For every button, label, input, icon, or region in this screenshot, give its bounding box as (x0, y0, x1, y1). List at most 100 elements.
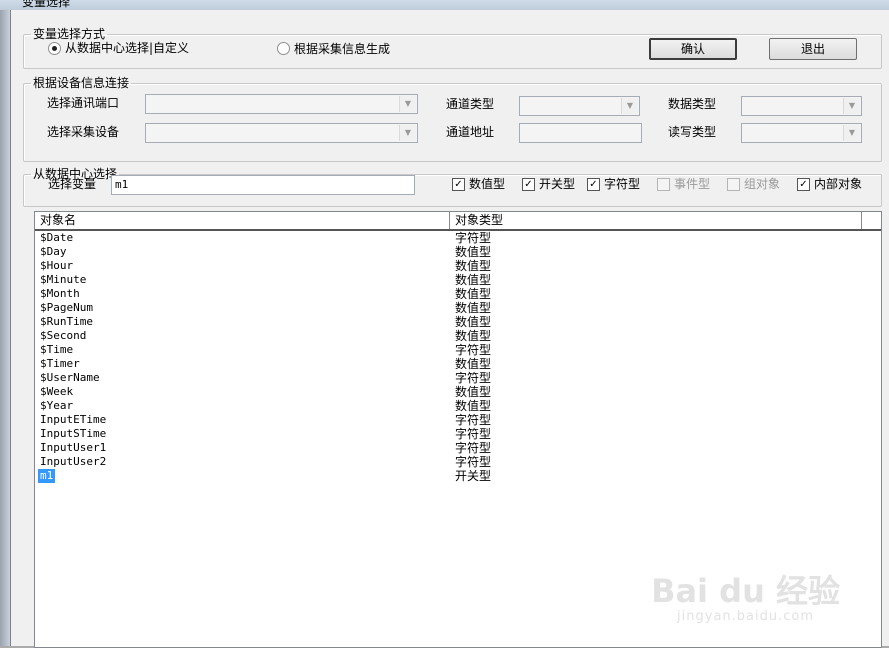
device-label: 选择采集设备 (47, 125, 120, 139)
object-name-cell: $Year (40, 399, 74, 412)
table-row[interactable]: $Hour 数值型 (35, 259, 881, 273)
object-type-cell: 字符型 (455, 455, 492, 469)
filter-numeric-checkbox[interactable]: ✓ (452, 178, 465, 191)
window-title: 变量选择 (22, 0, 71, 9)
device-combo[interactable]: ▼ (145, 123, 418, 143)
object-name-cell: $Date (40, 231, 74, 244)
var-input[interactable]: m1 (111, 175, 415, 195)
object-type-cell: 数值型 (455, 259, 492, 273)
table-row[interactable]: $Second 数值型 (35, 329, 881, 343)
radio-datacenter-label[interactable]: 从数据中心选择|自定义 (65, 40, 189, 56)
title-bar: 变量选择 (0, 0, 889, 10)
channel-addr-field[interactable] (519, 123, 642, 143)
table-row[interactable]: InputUser2 字符型 (35, 455, 881, 469)
object-name-cell: $Day (40, 245, 67, 258)
chevron-down-icon[interactable]: ▼ (621, 98, 638, 114)
object-name-cell: $RunTime (40, 315, 93, 328)
object-type-cell: 数值型 (455, 329, 492, 343)
object-type-cell: 开关型 (455, 469, 492, 483)
radio-collect-info-label[interactable]: 根据采集信息生成 (294, 41, 390, 57)
object-name-cell: $PageNum (40, 301, 93, 314)
object-type-cell: 数值型 (455, 385, 492, 399)
object-name-cell: $Month (40, 287, 80, 300)
port-label: 选择通讯端口 (47, 96, 120, 110)
ok-button[interactable]: 确认 (649, 38, 737, 60)
exit-button[interactable]: 退出 (769, 38, 857, 60)
filter-internal-label[interactable]: 内部对象 (814, 177, 862, 191)
table-row[interactable]: $Minute 数值型 (35, 273, 881, 287)
watermark-logo: Bai du 经验 (651, 572, 840, 610)
channel-addr-label: 通道地址 (446, 125, 495, 139)
radio-datacenter[interactable] (48, 42, 61, 55)
object-type-cell: 字符型 (455, 231, 492, 245)
channel-type-combo[interactable]: ▼ (519, 96, 640, 116)
object-name-cell: InputETime (40, 413, 107, 426)
object-name-cell: $Timer (40, 357, 80, 370)
filter-internal-checkbox[interactable]: ✓ (797, 178, 810, 191)
chevron-down-icon[interactable]: ▼ (843, 125, 860, 141)
watermark-url: jingyan.baidu.com (677, 609, 815, 624)
object-type-cell: 字符型 (455, 441, 492, 455)
column-header-name[interactable]: 对象名 (35, 212, 450, 229)
window-frame-left (0, 10, 10, 646)
data-type-combo[interactable]: ▼ (741, 96, 862, 116)
table-row[interactable]: $Timer 数值型 (35, 357, 881, 371)
table-row[interactable]: $RunTime 数值型 (35, 315, 881, 329)
object-type-cell: 数值型 (455, 245, 492, 259)
filter-switch-label[interactable]: 开关型 (539, 177, 575, 191)
object-name-cell: InputUser2 (40, 455, 107, 468)
mode-group-legend: 变量选择方式 (33, 27, 106, 41)
filter-event-checkbox[interactable] (657, 178, 670, 191)
object-type-cell: 数值型 (455, 273, 492, 287)
table-row[interactable]: $Day 数值型 (35, 245, 881, 259)
watermark: Bai du 经验 jingyan.baidu.com (651, 573, 840, 624)
list-rows: $Date 字符型 $Day 数值型 $Hour 数值型 $Minute 数值型 $Month 数… (35, 231, 881, 483)
chevron-down-icon[interactable]: ▼ (399, 125, 416, 141)
table-row[interactable]: InputSTime 字符型 (35, 427, 881, 441)
filter-event-label[interactable]: 事件型 (674, 177, 710, 191)
object-type-cell: 数值型 (455, 399, 492, 413)
list-header: 对象名 对象类型 (35, 212, 881, 231)
table-row[interactable]: m1 开关型 (35, 469, 881, 483)
table-row[interactable]: $Week 数值型 (35, 385, 881, 399)
table-row[interactable]: InputUser1 字符型 (35, 441, 881, 455)
object-name-cell: m1 (38, 469, 56, 483)
table-row[interactable]: $PageNum 数值型 (35, 301, 881, 315)
object-name-cell: InputSTime (40, 427, 107, 440)
filter-switch-checkbox[interactable]: ✓ (522, 178, 535, 191)
radio-collect-info[interactable] (277, 42, 290, 55)
device-group: 根据设备信息连接 (23, 76, 882, 162)
filter-group-checkbox[interactable] (727, 178, 740, 191)
filter-string-checkbox[interactable]: ✓ (587, 178, 600, 191)
object-name-cell: $Time (40, 343, 74, 356)
table-row[interactable]: $UserName 字符型 (35, 371, 881, 385)
rw-type-combo[interactable]: ▼ (741, 123, 862, 143)
chevron-down-icon[interactable]: ▼ (399, 96, 416, 112)
object-type-cell: 字符型 (455, 371, 492, 385)
table-row[interactable]: $Date 字符型 (35, 231, 881, 245)
object-name-cell: $UserName (40, 371, 100, 384)
object-type-cell: 字符型 (455, 413, 492, 427)
port-combo[interactable]: ▼ (145, 94, 418, 114)
table-row[interactable]: $Month 数值型 (35, 287, 881, 301)
chevron-down-icon[interactable]: ▼ (843, 98, 860, 114)
object-type-cell: 数值型 (455, 301, 492, 315)
object-type-cell: 数值型 (455, 357, 492, 371)
filter-string-label[interactable]: 字符型 (604, 177, 640, 191)
object-name-cell: InputUser1 (40, 441, 107, 454)
object-type-cell: 字符型 (455, 427, 492, 441)
device-group-legend: 根据设备信息连接 (33, 76, 130, 90)
dialog-client: 变量选择方式 从数据中心选择|自定义 根据采集信息生成 确认 退出 根据设备信息… (10, 10, 889, 648)
table-row[interactable]: InputETime 字符型 (35, 413, 881, 427)
object-type-cell: 数值型 (455, 315, 492, 329)
var-label: 选择变量 (48, 177, 97, 191)
column-header-type[interactable]: 对象类型 (450, 212, 862, 229)
table-row[interactable]: $Year 数值型 (35, 399, 881, 413)
object-type-cell: 字符型 (455, 343, 492, 357)
filter-numeric-label[interactable]: 数值型 (469, 177, 505, 191)
object-type-cell: 数值型 (455, 287, 492, 301)
table-row[interactable]: $Time 字符型 (35, 343, 881, 357)
object-name-cell: $Week (40, 385, 74, 398)
channel-type-label: 通道类型 (446, 97, 495, 111)
filter-group-label[interactable]: 组对象 (744, 177, 780, 191)
